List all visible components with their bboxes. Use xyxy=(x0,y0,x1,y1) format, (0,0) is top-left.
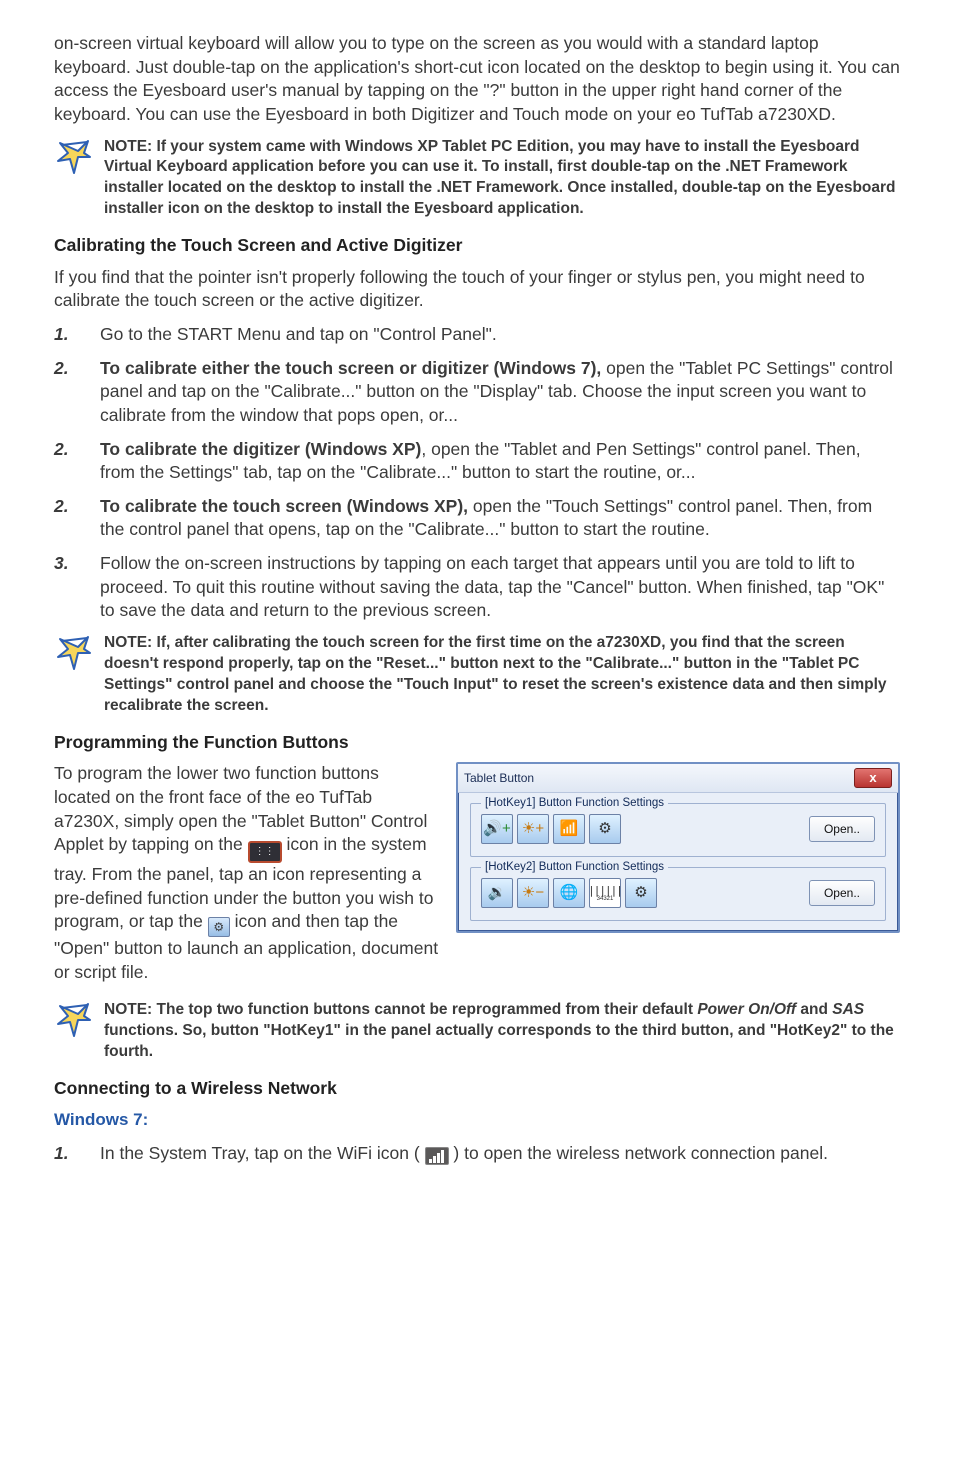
note-eyesboard: NOTE: If your system came with Windows X… xyxy=(54,137,900,221)
step-number: 2. xyxy=(54,495,78,519)
step-item: 1. Go to the START Menu and tap on "Cont… xyxy=(54,323,900,347)
open-button[interactable]: Open.. xyxy=(809,880,875,906)
note-icon xyxy=(54,1000,94,1040)
open-button[interactable]: Open.. xyxy=(809,816,875,842)
step-lead: To calibrate the touch screen (Windows X… xyxy=(100,496,468,516)
note-hotkeys: NOTE: The top two function buttons canno… xyxy=(54,1000,900,1063)
calibrate-intro: If you find that the pointer isn't prope… xyxy=(54,266,900,313)
text-part: SAS xyxy=(832,1001,864,1018)
wifi-bars-icon xyxy=(425,1147,449,1165)
brightness-up-icon[interactable]: ☀+ xyxy=(517,814,549,844)
panel-titlebar: Tablet Button x xyxy=(458,764,898,793)
step-lead: To calibrate the digitizer (Windows XP) xyxy=(100,439,421,459)
gear-icon[interactable]: ⚙ xyxy=(589,814,621,844)
step-number: 1. xyxy=(54,323,78,347)
windows7-label: Windows 7: xyxy=(54,1109,900,1132)
step-item: 3. Follow the on-screen instructions by … xyxy=(54,552,900,623)
panel-title: Tablet Button xyxy=(464,770,534,786)
step-item: 2. To calibrate the touch screen (Window… xyxy=(54,495,900,542)
text-part: Power On/Off xyxy=(697,1001,796,1018)
icon-strip: 🔉 ☀− 🌐 |||||| 34321 ⚙ xyxy=(481,878,657,908)
step-number: 1. xyxy=(54,1142,78,1166)
step-number: 2. xyxy=(54,438,78,462)
programming-section: To program the lower two function button… xyxy=(54,762,900,994)
wifi-icon[interactable]: 📶 xyxy=(553,814,585,844)
heading-programming: Programming the Function Buttons xyxy=(54,731,900,755)
gear-icon: ⚙ xyxy=(208,917,230,937)
wireless-steps: 1. In the System Tray, tap on the WiFi i… xyxy=(54,1142,900,1166)
note-icon xyxy=(54,137,94,177)
calibrate-steps: 1. Go to the START Menu and tap on "Cont… xyxy=(54,323,900,623)
step-item: 2. To calibrate the digitizer (Windows X… xyxy=(54,438,900,485)
step-number: 3. xyxy=(54,552,78,576)
step-item: 1. In the System Tray, tap on the WiFi i… xyxy=(54,1142,900,1166)
note-icon xyxy=(54,633,94,673)
step-number: 2. xyxy=(54,357,78,381)
volume-down-icon[interactable]: 🔉 xyxy=(481,878,513,908)
programming-text: To program the lower two function button… xyxy=(54,762,440,984)
intro-paragraph: on-screen virtual keyboard will allow yo… xyxy=(54,32,900,127)
tablet-button-panel: Tablet Button x [HotKey1] Button Functio… xyxy=(456,762,900,933)
icon-strip: 🔊+ ☀+ 📶 ⚙ xyxy=(481,814,621,844)
close-icon[interactable]: x xyxy=(854,768,892,788)
text-part: ) to open the wireless network connectio… xyxy=(453,1143,828,1163)
hotkey2-group: [HotKey2] Button Function Settings 🔉 ☀− … xyxy=(470,867,886,921)
gear-icon[interactable]: ⚙ xyxy=(625,878,657,908)
step-item: 2. To calibrate either the touch screen … xyxy=(54,357,900,428)
barcode-digits: 34321 xyxy=(597,896,614,902)
heading-calibrating: Calibrating the Touch Screen and Active … xyxy=(54,234,900,258)
text-part: In the System Tray, tap on the WiFi icon… xyxy=(100,1143,420,1163)
group-label: [HotKey1] Button Function Settings xyxy=(481,796,668,812)
step-lead: To calibrate either the touch screen or … xyxy=(100,358,601,378)
heading-wireless: Connecting to a Wireless Network xyxy=(54,1077,900,1101)
note-text: NOTE: The top two function buttons canno… xyxy=(104,1000,900,1063)
note-text: NOTE: If, after calibrating the touch sc… xyxy=(104,633,900,717)
group-label: [HotKey2] Button Function Settings xyxy=(481,860,668,876)
tray-icon: ⋮⋮ xyxy=(248,841,282,863)
text-part: and xyxy=(796,1001,832,1018)
step-body-text: Go to the START Menu and tap on "Control… xyxy=(100,324,497,344)
note-text: NOTE: If your system came with Windows X… xyxy=(104,137,900,221)
step-body-text: Follow the on-screen instructions by tap… xyxy=(100,553,884,620)
barcode-icon[interactable]: |||||| 34321 xyxy=(589,878,621,908)
text-part: functions. So, button "HotKey1" in the p… xyxy=(104,1022,894,1060)
text-part: NOTE: The top two function buttons canno… xyxy=(104,1001,697,1018)
note-reset: NOTE: If, after calibrating the touch sc… xyxy=(54,633,900,717)
brightness-down-icon[interactable]: ☀− xyxy=(517,878,549,908)
globe-icon[interactable]: 🌐 xyxy=(553,878,585,908)
volume-up-icon[interactable]: 🔊+ xyxy=(481,814,513,844)
hotkey1-group: [HotKey1] Button Function Settings 🔊+ ☀+… xyxy=(470,803,886,857)
